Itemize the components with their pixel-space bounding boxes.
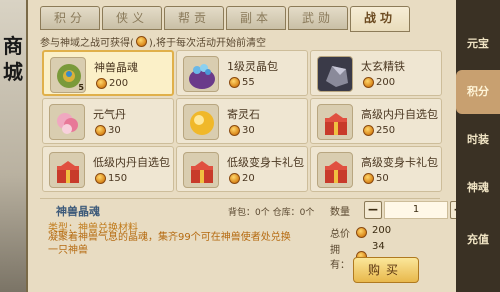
shop-item-high-core-pack[interactable]: 高级内丹自选包 250: [310, 98, 442, 144]
item-price-value: 50: [376, 173, 389, 184]
detail-description: 凝聚着神兽气息的晶魂，集齐99个可在神兽使者处兑换一只神兽: [48, 232, 291, 256]
item-grid: 5 神兽晶魂 200 1级灵晶包 55 太玄精铁 200 元气丹 30 寄灵石 …: [42, 50, 442, 192]
merit-coin-icon: [95, 125, 106, 136]
tab-martial-merit[interactable]: 武勋: [288, 6, 348, 30]
quantity-label: 数量: [330, 206, 350, 218]
shop-item-beast-crystal[interactable]: 5 神兽晶魂 200: [42, 50, 174, 96]
quantity-stepper: 数量 − 1 +: [330, 201, 468, 219]
merit-coin-icon: [356, 227, 367, 238]
inventory-count: 背包：0个 仓库：0个: [228, 208, 315, 218]
merit-coin-icon: [363, 173, 374, 184]
merit-coin-icon: [229, 77, 240, 88]
merit-coin-icon: [363, 77, 374, 88]
notice-prefix: 参与神域之战可获得(: [40, 38, 134, 49]
shop-title-char-bottom: 城: [3, 60, 23, 84]
item-price: 50: [361, 173, 389, 184]
sidebar-item-yuanbao[interactable]: 元宝: [456, 22, 500, 66]
item-price-value: 200: [109, 78, 129, 89]
item-price-value: 200: [376, 77, 396, 88]
shop-item-spirit-stone[interactable]: 寄灵石 30: [176, 98, 308, 144]
gift-box-icon: [317, 104, 353, 140]
item-name: 高级内丹自选包: [361, 108, 438, 121]
shop-item-iron-ore[interactable]: 太玄精铁 200: [310, 50, 442, 96]
notice-suffix: ),将于每次活动开始前清空: [148, 38, 266, 49]
item-price: 55: [227, 77, 255, 88]
sidebar-item-points[interactable]: 积分: [456, 70, 500, 114]
pill-icon: [49, 104, 85, 140]
merit-coin-icon: [95, 173, 106, 184]
sidebar-item-fashion[interactable]: 时装: [456, 118, 500, 162]
item-price-value: 150: [108, 173, 128, 184]
beast-crystal-icon: 5: [50, 57, 86, 93]
shop-item-vital-pill[interactable]: 元气丹 30: [42, 98, 174, 144]
item-name: 元气丹: [93, 108, 126, 121]
currency-tab-bar: 积分 侠义 帮贡 副本 武勋 战功: [40, 6, 412, 32]
sidebar-item-label: 积分: [467, 85, 489, 98]
gift-box-icon: [183, 152, 219, 188]
tab-guild-contribution[interactable]: 帮贡: [164, 6, 224, 30]
item-price: 30: [227, 125, 255, 136]
item-name: 神兽晶魂: [94, 61, 138, 74]
buy-button[interactable]: 购买: [353, 257, 419, 283]
item-price-value: 20: [242, 173, 255, 184]
item-name: 高级变身卡礼包: [361, 156, 438, 169]
item-price: 250: [361, 125, 395, 136]
merit-coin-icon: [363, 125, 374, 136]
owned-label: 拥有：: [330, 245, 350, 271]
merit-coin-icon: [229, 125, 240, 136]
item-detail-panel: 神兽晶魂 类型：神兽兑换材料 凝聚着神兽气息的晶魂，集齐99个可在神兽使者处兑换…: [40, 198, 468, 288]
detail-title: 神兽晶魂: [56, 205, 100, 218]
item-price-value: 55: [242, 77, 255, 88]
owned-value: 34: [372, 241, 385, 252]
total-price-row: 总价 200: [330, 225, 391, 240]
sidebar-item-label: 元宝: [467, 37, 489, 50]
item-name: 低级变身卡礼包: [227, 156, 304, 169]
total-price-value: 200: [372, 225, 392, 236]
quantity-minus-button[interactable]: −: [364, 201, 382, 219]
item-name: 太玄精铁: [361, 60, 405, 73]
tab-chivalry[interactable]: 侠义: [102, 6, 162, 30]
iron-ore-icon: [317, 56, 353, 92]
shop-item-low-transform-pack[interactable]: 低级变身卡礼包 20: [176, 146, 308, 192]
item-name: 寄灵石: [227, 108, 260, 121]
merit-coin-icon: [229, 173, 240, 184]
item-price: 200: [94, 78, 128, 89]
shop-item-low-core-pack[interactable]: 低级内丹自选包 150: [42, 146, 174, 192]
item-price-value: 30: [242, 125, 255, 136]
spirit-stone-icon: [183, 104, 219, 140]
shop-category-sidebar: 元宝 积分 时装 神魂 充值: [456, 0, 500, 292]
tab-dungeon[interactable]: 副本: [226, 6, 286, 30]
sidebar-item-label: 充值: [467, 233, 489, 246]
shop-item-spirit-crystal-bag[interactable]: 1级灵晶包 55: [176, 50, 308, 96]
notice-text: 参与神域之战可获得( ),将于每次活动开始前清空: [40, 34, 266, 49]
merit-coin-icon: [96, 78, 107, 89]
sidebar-item-label: 时装: [467, 133, 489, 146]
item-price: 30: [93, 125, 121, 136]
gift-box-icon: [317, 152, 353, 188]
tab-points[interactable]: 积分: [40, 6, 100, 30]
quantity-input[interactable]: 1: [384, 201, 448, 219]
sidebar-item-label: 神魂: [467, 181, 489, 194]
merit-coin-icon: [135, 36, 147, 47]
item-price: 150: [93, 173, 127, 184]
item-name: 低级内丹自选包: [93, 156, 170, 169]
shop-item-high-transform-pack[interactable]: 高级变身卡礼包 50: [310, 146, 442, 192]
sidebar-item-recharge[interactable]: 充值: [456, 218, 500, 262]
item-price-value: 250: [376, 125, 396, 136]
item-price-value: 30: [108, 125, 121, 136]
item-price: 200: [361, 77, 395, 88]
sidebar-item-soul[interactable]: 神魂: [456, 166, 500, 210]
total-price-label: 总价: [330, 229, 350, 240]
item-name: 1级灵晶包: [227, 60, 278, 73]
item-count-badge: 5: [78, 83, 84, 92]
spirit-crystal-bag-icon: [183, 56, 219, 92]
gift-box-icon: [49, 152, 85, 188]
item-price: 20: [227, 173, 255, 184]
tab-battle-merit[interactable]: 战功: [350, 6, 410, 32]
